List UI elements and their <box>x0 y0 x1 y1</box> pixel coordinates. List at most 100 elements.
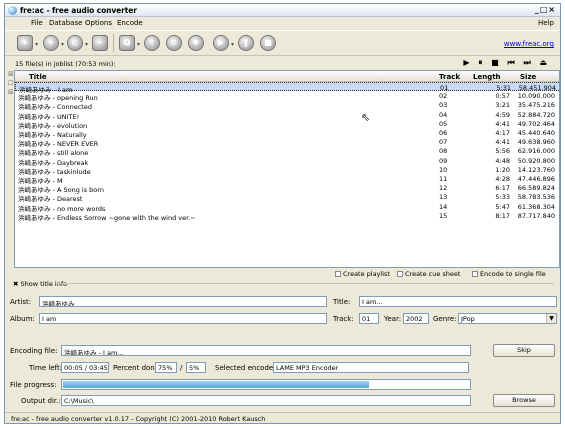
row-size: 49.702.464 <box>517 119 555 128</box>
encoder-config-icon[interactable]: ✱ <box>188 35 204 51</box>
create-cue-label: Create cue sheet <box>405 270 461 278</box>
table-row[interactable]: 浜崎あゆみ - no more words 14 5:47 61.368.304 <box>15 202 559 213</box>
create-cue-checkbox[interactable] <box>397 271 403 277</box>
create-playlist-checkbox[interactable] <box>335 271 341 277</box>
row-size: 50.920.800 <box>517 156 555 165</box>
menu-help[interactable]: Help <box>538 19 554 27</box>
create-playlist-option[interactable]: Create playlist <box>335 270 390 278</box>
row-size: 10.090.000 <box>517 92 555 101</box>
dropdown-arrow-icon[interactable]: ▾ <box>231 41 234 48</box>
row-length: 4:17 <box>495 129 510 137</box>
configure-icon[interactable]: ⚙ <box>166 35 182 51</box>
menu-database[interactable]: Database <box>49 19 82 27</box>
remove-files-icon[interactable]: − <box>92 35 108 51</box>
pause-encoding-icon[interactable]: ‖ <box>238 35 254 51</box>
genre-select[interactable]: JPop ▼ <box>458 313 557 324</box>
cddb-query-icon[interactable]: Q <box>119 35 135 51</box>
row-size: 66.589.824 <box>517 184 555 193</box>
row-size: 47.446.896 <box>517 175 555 183</box>
add-disc-icon[interactable]: ◎ <box>67 35 83 51</box>
track-field[interactable]: 01 <box>359 313 379 324</box>
menu-encode[interactable]: Encode <box>117 19 143 27</box>
row-length: 4:59 <box>495 110 510 119</box>
table-row[interactable]: 浜崎あゆみ - evolution 05 4:41 49.702.464 <box>15 119 559 130</box>
table-row[interactable]: 浜崎あゆみ - still alone 08 5:56 62.916.000 <box>15 146 559 157</box>
table-row[interactable]: 浜崎あゆみ - Dearest 13 5:33 58.783.536 <box>15 192 559 203</box>
app-icon <box>8 6 17 15</box>
table-row[interactable]: 浜崎あゆみ - taskinlude 10 1:20 14.123.760 <box>15 165 559 176</box>
table-row[interactable]: 浜崎あゆみ - I am 01 5:31 58.451.904 <box>15 82 559 94</box>
year-field[interactable]: 2002 <box>403 313 429 324</box>
encoding-file-label: Encoding file: <box>10 347 58 355</box>
dropdown-arrow-icon[interactable]: ▾ <box>35 41 38 48</box>
row-length: 1:20 <box>495 165 510 174</box>
selected-encoder-field: LAME MP3 Encoder <box>273 362 469 373</box>
title-bar[interactable]: fre:ac - free audio converter _□× <box>5 4 560 17</box>
row-title: 浜崎あゆみ - Endless Sorrow ~gone with the wi… <box>18 213 196 222</box>
cddb-submit-icon[interactable]: ↑ <box>144 35 160 51</box>
row-track: 05 <box>439 119 448 128</box>
row-track: 15 <box>439 211 448 220</box>
time-left-field: 00:05 / 03:45 <box>61 362 109 373</box>
chevron-down-icon[interactable]: ▼ <box>546 314 556 323</box>
joblist-status-bar: 15 file(s) in joblist (70:53 min): ▶ ⏸ ■… <box>5 57 560 69</box>
percent-file-field: 75% <box>155 362 177 373</box>
row-size: 45.440.640 <box>517 129 555 137</box>
column-title[interactable]: Title <box>29 73 47 81</box>
table-row[interactable]: 浜崎あゆみ - Endless Sorrow ~gone with the wi… <box>15 211 559 222</box>
skip-button[interactable]: Skip <box>493 344 555 357</box>
website-link[interactable]: www.freac.org <box>504 40 554 48</box>
menu-options[interactable]: Options <box>85 19 112 27</box>
dropdown-arrow-icon[interactable]: ▾ <box>85 41 88 48</box>
show-title-info-toggle[interactable]: ✖ Show title info <box>13 280 67 288</box>
row-length: 5:33 <box>495 193 510 202</box>
window-controls[interactable]: _□× <box>535 5 556 14</box>
table-row[interactable]: 浜崎あゆみ - NEVER EVER 07 4:41 49.638.960 <box>15 137 559 148</box>
album-field[interactable]: I am <box>39 313 327 324</box>
add-folder-icon[interactable]: + <box>43 35 59 51</box>
title-field[interactable]: I am... <box>359 296 557 307</box>
stop-encoding-icon[interactable]: ■ <box>260 35 276 51</box>
track-label: Track: <box>333 315 354 323</box>
row-track: 11 <box>439 175 448 183</box>
row-size: 49.638.960 <box>517 138 555 147</box>
table-row[interactable]: 浜崎あゆみ - UNITE! 04 4:59 52.884.720 <box>15 110 559 121</box>
table-row[interactable]: 浜崎あゆみ - Connected 03 3:21 35.475.216 <box>15 100 559 111</box>
encoding-file-field: 浜崎あゆみ - I am... <box>61 345 471 356</box>
menu-bar: File Database Options Encode Help <box>5 18 560 29</box>
time-left-label: Time left: <box>29 364 63 372</box>
joblist-table[interactable]: Title Track Length Size 浜崎あゆみ - I am 01 5:… <box>14 70 560 268</box>
table-row[interactable]: 浜崎あゆみ - A Song is born 12 6:17 66.589.824 <box>15 183 559 194</box>
single-file-checkbox[interactable] <box>472 271 478 277</box>
toolbar: + ▾ + ▾ ◎ ▾ − Q ▾ ↑ ⚙ ✱ ▶ ▾ ‖ ■ www.frea… <box>5 30 560 56</box>
browse-button[interactable]: Browse <box>493 394 555 407</box>
table-row[interactable]: 浜崎あゆみ - Naturally 06 4:17 45.440.640 <box>15 128 559 139</box>
single-file-option[interactable]: Encode to single file <box>472 270 546 278</box>
row-length: 5:47 <box>495 202 510 211</box>
menu-file[interactable]: File <box>31 19 43 27</box>
row-length: 4:41 <box>495 119 510 128</box>
add-files-icon[interactable]: + <box>17 35 33 51</box>
row-length: 5:56 <box>495 147 510 156</box>
create-cue-option[interactable]: Create cue sheet <box>397 270 460 278</box>
row-track: 03 <box>439 101 448 110</box>
artist-field[interactable]: 浜崎あゆみ <box>39 296 327 307</box>
row-size: 58.783.536 <box>517 193 555 202</box>
main-window: fre:ac - free audio converter _□× File D… <box>4 3 561 424</box>
table-row[interactable]: 浜崎あゆみ - Daybreak 09 4:48 50.920.800 <box>15 156 559 167</box>
dropdown-arrow-icon[interactable]: ▾ <box>61 41 64 48</box>
status-text: fre:ac - free audio converter v1.0.17 - … <box>11 415 266 423</box>
column-track[interactable]: Track <box>439 73 460 81</box>
artist-label: Artist: <box>10 298 32 306</box>
mouse-cursor-icon: ⇖ <box>361 111 371 124</box>
dropdown-arrow-icon[interactable]: ▾ <box>137 41 140 48</box>
column-length[interactable]: Length <box>473 73 501 81</box>
table-row[interactable]: 浜崎あゆみ - M 11 4:28 47.446.896 <box>15 174 559 185</box>
row-track: 08 <box>439 147 448 156</box>
output-dir-field[interactable]: C:\Music\ <box>61 395 471 406</box>
player-controls[interactable]: ▶ ⏸ ■ ⏮ ⏭ ⏏ <box>463 58 550 68</box>
column-size[interactable]: Size <box>520 73 536 81</box>
start-encoding-icon[interactable]: ▶ <box>213 35 229 51</box>
selection-checkmarks[interactable]: ☒ ☐ ☒ <box>8 70 13 97</box>
table-row[interactable]: 浜崎あゆみ - opening Run 02 0:57 10.090.000 <box>15 91 559 102</box>
